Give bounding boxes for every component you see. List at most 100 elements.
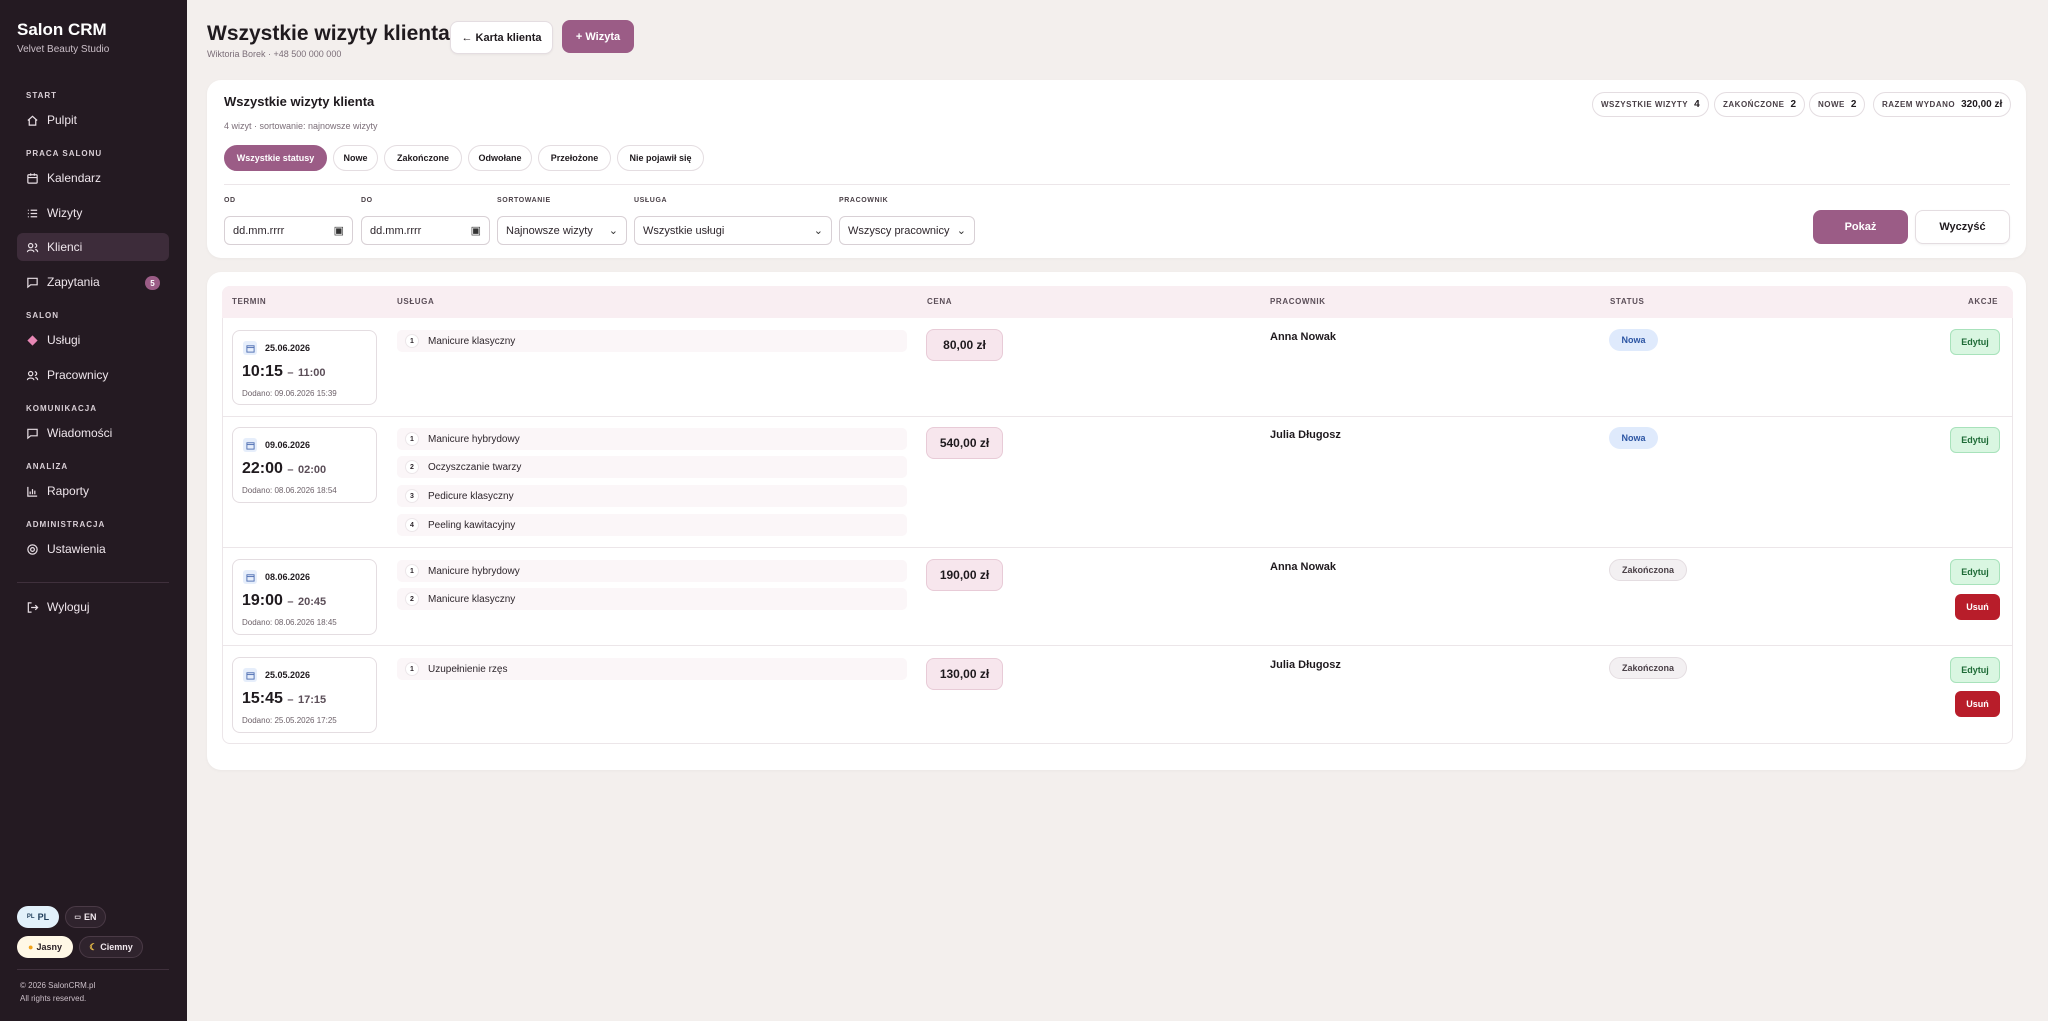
service-name: Manicure klasyczny [428, 593, 516, 605]
sidebar-item-wiadomosci[interactable]: Wiadomości [17, 419, 169, 447]
gear-icon [26, 543, 39, 556]
sidebar-item-zapytania[interactable]: Zapytania 5 [17, 268, 169, 296]
sidebar-item-wizyty[interactable]: Wizyty [17, 199, 169, 227]
theme-light-button[interactable]: ● Jasny [17, 936, 73, 958]
sidebar-item-ustawienia[interactable]: Ustawienia [17, 535, 169, 563]
stat-label: ZAKOŃCZONE [1723, 100, 1785, 109]
delete-button[interactable]: Usuń [1955, 691, 2000, 717]
zapytania-count-badge: 5 [145, 276, 160, 290]
edit-button[interactable]: Edytuj [1950, 559, 2000, 585]
visit-time: 15:45 – 17:15 [242, 690, 327, 707]
sidebar-item-label: Ustawienia [47, 542, 106, 556]
visit-time: 10:15 – 11:00 [242, 363, 326, 380]
tag-icon [26, 334, 39, 347]
filter-chip-rescheduled[interactable]: Przełożone [538, 145, 611, 171]
stat-value: 2 [1790, 99, 1797, 110]
label-sort: SORTOWANIE [497, 197, 551, 204]
stat-completed: ZAKOŃCZONE 2 [1714, 92, 1806, 117]
sidebar-item-pulpit[interactable]: Pulpit [17, 106, 169, 134]
visit-start: 10:15 [242, 363, 283, 380]
sun-icon: ● [28, 942, 34, 952]
edit-button[interactable]: Edytuj [1950, 657, 2000, 683]
service-name: Pedicure klasyczny [428, 490, 514, 502]
home-icon [26, 114, 39, 127]
sidebar-item-label: Zapytania [47, 275, 100, 289]
visit-end: 20:45 [297, 596, 327, 608]
visit-date: 25.06.2026 [265, 343, 311, 353]
team-icon [26, 369, 39, 382]
section-praca: PRACA SALONU [26, 149, 103, 158]
client-card-button[interactable]: ← Karta klienta [450, 21, 553, 54]
sidebar-item-label: Kalendarz [47, 171, 102, 185]
visit-date-box: 25.05.2026 15:45 – 17:15 Dodano: 25.05.2… [232, 657, 377, 733]
visit-start: 19:00 [242, 592, 283, 609]
sidebar-divider [17, 582, 169, 583]
filter-chip-no-show[interactable]: Nie pojawił się [617, 145, 704, 171]
th-cena: CENA [927, 297, 953, 306]
sidebar-item-kalendarz[interactable]: Kalendarz [17, 164, 169, 192]
stat-value: 2 [1850, 99, 1857, 110]
filter-chip-cancelled[interactable]: Odwołane [468, 145, 532, 171]
service-name: Peeling kawitacyjny [428, 519, 516, 531]
sidebar-item-pracownicy[interactable]: Pracownicy [17, 361, 169, 389]
filter-chip-completed[interactable]: Zakończone [384, 145, 462, 171]
copyright-text: © 2026 SalonCRM.pl [20, 981, 96, 990]
visit-time: 19:00 – 20:45 [242, 592, 327, 609]
brand: Salon CRM Velvet Beauty Studio [17, 20, 109, 55]
service-select[interactable]: Wszystkie usługi ⌄ [634, 216, 832, 245]
sidebar-item-uslugi[interactable]: Usługi [17, 326, 169, 354]
filter-chip-all[interactable]: Wszystkie statusy [224, 145, 327, 171]
sidebar-item-label: Wiadomości [47, 426, 113, 440]
calendar-picker-icon[interactable]: ▣ [334, 224, 344, 237]
sidebar-item-label: Klienci [47, 240, 83, 254]
visit-start: 22:00 [242, 460, 283, 477]
service-item: 3 Pedicure klasyczny [397, 485, 907, 507]
filter-chip-new[interactable]: Nowe [333, 145, 378, 171]
edit-button[interactable]: Edytuj [1950, 427, 2000, 453]
date-from-input[interactable]: dd.mm.rrrr ▣ [224, 216, 353, 245]
sort-select[interactable]: Najnowsze wizyty ⌄ [497, 216, 627, 245]
lang-pl-label: PL [37, 912, 50, 922]
stat-new: NOWE 2 [1809, 92, 1866, 117]
theme-dark-button[interactable]: ☾ Ciemny [79, 936, 143, 958]
visit-employee: Anna Nowak [1270, 331, 1337, 343]
show-button[interactable]: Pokaż [1813, 210, 1908, 244]
chat-icon [26, 276, 39, 289]
sort-value: Najnowsze wizyty [506, 224, 593, 237]
list-icon [26, 207, 39, 220]
visit-added: Dodano: 08.06.2026 18:45 [242, 618, 337, 627]
sidebar-item-raporty[interactable]: Raporty [17, 477, 169, 505]
sidebar-item-label: Raporty [47, 484, 90, 498]
visit-employee: Julia Długosz [1270, 429, 1341, 441]
section-administracja: ADMINISTRACJA [26, 520, 106, 529]
lang-en-button[interactable]: ▭ EN [65, 906, 106, 928]
sidebar-item-label: Pracownicy [47, 368, 109, 382]
stat-label: WSZYSTKIE WIZYTY [1601, 100, 1689, 109]
lang-pl-button[interactable]: PL PL [17, 906, 59, 928]
table-header [222, 286, 2013, 318]
service-number: 2 [405, 592, 419, 606]
calendar-icon [243, 341, 257, 355]
sidebar-item-klienci[interactable]: Klienci [17, 233, 169, 261]
delete-button[interactable]: Usuń [1955, 594, 2000, 620]
service-item: 1 Manicure hybrydowy [397, 428, 907, 450]
edit-button[interactable]: Edytuj [1950, 329, 2000, 355]
visit-price: 130,00 zł [926, 658, 1003, 690]
service-item: 2 Oczyszczanie twarzy [397, 456, 907, 478]
stat-total-spent: RAZEM WYDANO 320,00 zł [1873, 92, 2012, 117]
visit-start: 15:45 [242, 690, 283, 707]
add-visit-button[interactable]: + Wizyta [562, 20, 634, 53]
service-item: 4 Peeling kawitacyjny [397, 514, 907, 536]
date-to-input[interactable]: dd.mm.rrrr ▣ [361, 216, 490, 245]
calendar-picker-icon[interactable]: ▣ [471, 224, 481, 237]
sidebar-item-wyloguj[interactable]: Wyloguj [17, 593, 169, 621]
service-name: Manicure klasyczny [428, 335, 516, 347]
employee-select[interactable]: Wszyscy pracownicy ⌄ [839, 216, 975, 245]
sidebar-item-label: Wyloguj [47, 600, 90, 614]
clear-button[interactable]: Wyczyść [1915, 210, 2010, 244]
visit-added: Dodano: 25.05.2026 17:25 [242, 716, 337, 725]
visit-price: 190,00 zł [926, 559, 1003, 591]
label-usluga: USŁUGA [634, 197, 668, 204]
employee-value: Wszyscy pracownicy [848, 224, 950, 237]
visit-time: 22:00 – 02:00 [242, 460, 327, 477]
